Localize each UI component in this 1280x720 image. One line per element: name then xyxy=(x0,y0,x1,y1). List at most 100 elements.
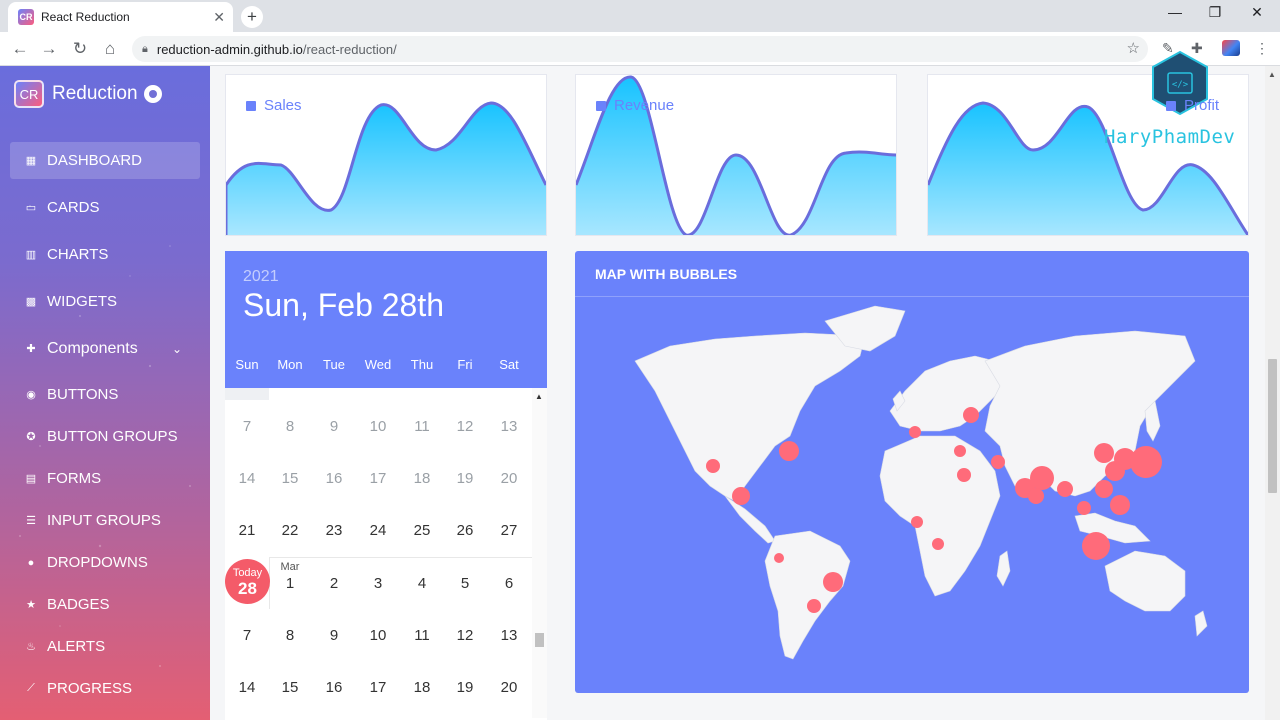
calendar-day[interactable]: 17 xyxy=(356,470,400,487)
sidebar-item-progress[interactable]: ⟋ PROGRESS xyxy=(10,670,200,707)
address-bar[interactable]: 🔒︎ reduction-admin.github.io/react-reduc… xyxy=(132,36,1148,62)
calendar-day[interactable]: 18 xyxy=(400,470,444,487)
today-marker[interactable]: Today 28 xyxy=(225,559,270,604)
page-scroll-thumb[interactable] xyxy=(1268,359,1277,493)
menu-icon[interactable]: ⋮ xyxy=(1255,40,1269,57)
map-bubble[interactable] xyxy=(909,426,921,438)
forward-icon[interactable]: → xyxy=(38,38,60,60)
map-bubble[interactable] xyxy=(1130,446,1162,478)
calendar-day[interactable]: 27 xyxy=(487,522,531,539)
calendar-day[interactable]: 8 xyxy=(268,627,312,644)
calendar-day[interactable]: 11 xyxy=(400,418,444,435)
new-tab-button[interactable]: + xyxy=(241,6,263,28)
scroll-up-icon[interactable]: ▲ xyxy=(1268,70,1276,79)
calendar-day[interactable]: 12 xyxy=(443,627,487,644)
map-bubble[interactable] xyxy=(1110,495,1130,515)
calendar-day[interactable]: 3 xyxy=(356,575,400,592)
sidebar-item-buttons[interactable]: ◉ BUTTONS xyxy=(10,376,200,413)
sidebar-item-components[interactable]: ✚ Components ⌄ xyxy=(10,330,200,367)
github-icon[interactable] xyxy=(143,85,162,103)
calendar-day[interactable]: 20 xyxy=(487,470,531,487)
tab-close-icon[interactable]: ✕ xyxy=(213,9,225,26)
sidebar-item-charts[interactable]: ▥ CHARTS xyxy=(10,236,200,273)
sidebar-item-input-groups[interactable]: ☰ INPUT GROUPS xyxy=(10,502,200,539)
map-bubble[interactable] xyxy=(1082,532,1110,560)
calendar-day[interactable]: 23 xyxy=(312,522,356,539)
minimize-icon[interactable]: — xyxy=(1163,4,1187,20)
calendar-scrollbar[interactable]: ▲ xyxy=(532,388,547,718)
calendar-day[interactable]: 15 xyxy=(268,470,312,487)
calendar-day[interactable]: 13 xyxy=(487,627,531,644)
calendar-day[interactable]: 13 xyxy=(487,418,531,435)
calendar-day[interactable]: 12 xyxy=(443,418,487,435)
calendar-day[interactable]: 24 xyxy=(356,522,400,539)
calendar-day[interactable]: 2 xyxy=(312,575,356,592)
calendar-day[interactable]: 16 xyxy=(312,470,356,487)
home-icon[interactable]: ⌂ xyxy=(99,38,121,60)
calendar-day[interactable]: 20 xyxy=(487,679,531,696)
map-bubble[interactable] xyxy=(991,455,1005,469)
map-bubble[interactable] xyxy=(932,538,944,550)
back-icon[interactable]: ← xyxy=(9,38,31,60)
maximize-icon[interactable]: ❐ xyxy=(1203,4,1227,21)
calendar-day[interactable]: 14 xyxy=(225,679,269,696)
map-bubble[interactable] xyxy=(1057,481,1073,497)
calendar-day[interactable]: 25 xyxy=(400,522,444,539)
calendar-day[interactable]: 7 xyxy=(225,627,269,644)
map-bubble[interactable] xyxy=(954,445,966,457)
calendar-day[interactable]: 10 xyxy=(356,627,400,644)
sidebar-item-forms[interactable]: ▤ FORMS xyxy=(10,460,200,497)
calendar-day[interactable]: 7 xyxy=(225,418,269,435)
calendar-day[interactable]: 21 xyxy=(225,522,269,539)
calendar-day[interactable]: 17 xyxy=(356,679,400,696)
calendar-day[interactable]: 9 xyxy=(312,418,356,435)
bookmark-star-icon[interactable]: ☆ xyxy=(1127,39,1140,57)
brand[interactable]: CR Reduction xyxy=(14,80,162,108)
calendar-day[interactable]: 9 xyxy=(312,627,356,644)
calendar-day[interactable]: 1 xyxy=(268,575,312,592)
map-bubble[interactable] xyxy=(1077,501,1091,515)
calendar-day[interactable]: 16 xyxy=(312,679,356,696)
calendar-day[interactable]: 10 xyxy=(356,418,400,435)
page-scrollbar[interactable]: ▲ xyxy=(1265,66,1280,720)
sidebar-item-cards[interactable]: ▭ CARDS xyxy=(10,189,200,226)
map-bubble[interactable] xyxy=(911,516,923,528)
map-bubble[interactable] xyxy=(1095,480,1113,498)
map-bubble[interactable] xyxy=(779,441,799,461)
calendar-day[interactable]: 11 xyxy=(400,627,444,644)
calendar-day[interactable]: 14 xyxy=(225,470,269,487)
sidebar-item-badges[interactable]: ★ BADGES xyxy=(10,586,200,623)
sidebar-item-dropdowns[interactable]: ● DROPDOWNS xyxy=(10,544,200,581)
map-bubble[interactable] xyxy=(807,599,821,613)
calendar-day[interactable]: 19 xyxy=(443,679,487,696)
window-close-icon[interactable]: ✕ xyxy=(1245,4,1269,21)
sidebar-item-button-groups[interactable]: ✪ BUTTON GROUPS xyxy=(10,418,200,455)
map-bubble[interactable] xyxy=(1028,488,1044,504)
map-bubble[interactable] xyxy=(706,459,720,473)
map-bubble[interactable] xyxy=(732,487,750,505)
calendar-day[interactable]: 22 xyxy=(268,522,312,539)
map-bubble[interactable] xyxy=(1094,443,1114,463)
calendar-day[interactable]: 8 xyxy=(268,418,312,435)
browser-tab[interactable]: CR React Reduction ✕ xyxy=(8,2,233,32)
map-bubble[interactable] xyxy=(963,407,979,423)
sidebar-item-alerts[interactable]: ♨ ALERTS xyxy=(10,628,200,665)
profile-icon[interactable] xyxy=(1222,40,1240,56)
sidebar-item-widgets[interactable]: ▩ WIDGETS xyxy=(10,283,200,320)
calendar-day[interactable]: 4 xyxy=(400,575,444,592)
calendar-day[interactable]: 15 xyxy=(268,679,312,696)
map-bubble[interactable] xyxy=(1030,466,1054,490)
map-bubble[interactable] xyxy=(823,572,843,592)
calendar-day[interactable]: 5 xyxy=(443,575,487,592)
sidebar-item-dashboard[interactable]: ▦ DASHBOARD xyxy=(10,142,200,179)
calendar-day[interactable]: 6 xyxy=(487,575,531,592)
calendar-selected-date[interactable]: Sun, Feb 28th xyxy=(243,287,444,324)
reload-icon[interactable]: ↻ xyxy=(69,38,91,60)
calendar-year[interactable]: 2021 xyxy=(243,268,279,286)
map-bubble[interactable] xyxy=(774,553,784,563)
scroll-up-icon[interactable]: ▲ xyxy=(535,392,543,401)
map-bubble[interactable] xyxy=(957,468,971,482)
calendar-day[interactable]: 19 xyxy=(443,470,487,487)
calendar-day[interactable]: 18 xyxy=(400,679,444,696)
calendar-day[interactable]: 26 xyxy=(443,522,487,539)
